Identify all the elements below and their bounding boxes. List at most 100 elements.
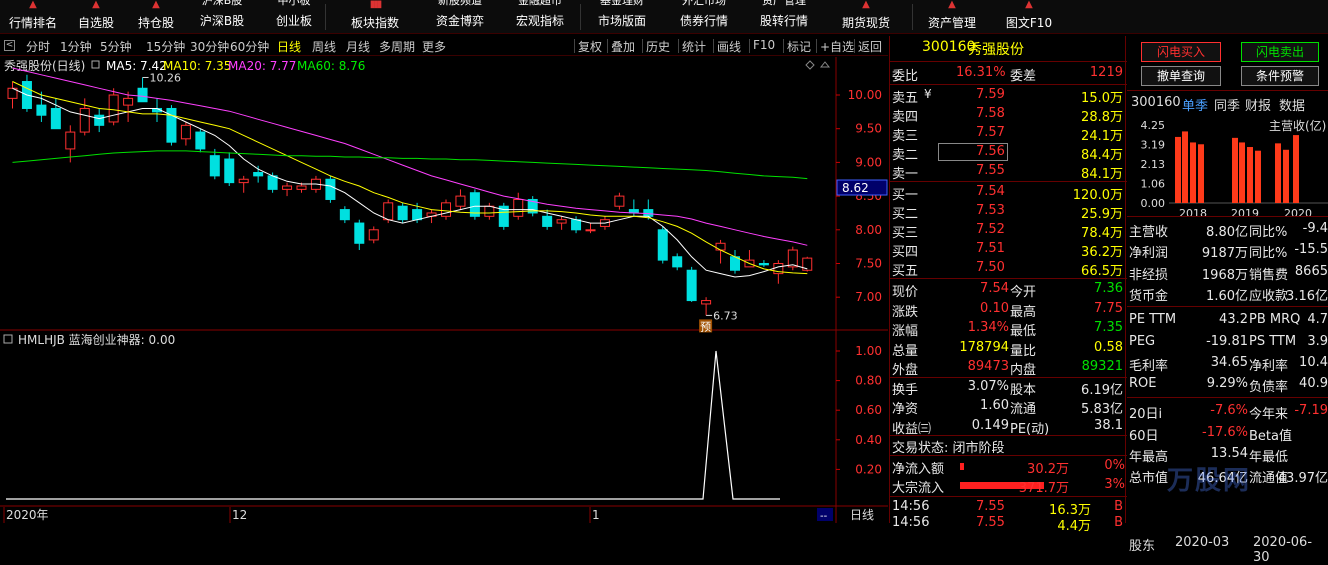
candle-body — [108, 94, 119, 123]
chart-tool-6[interactable]: 标记 — [787, 38, 811, 55]
flash-sell-button[interactable]: 闪电卖出 — [1241, 42, 1319, 62]
tool-divider — [749, 39, 750, 53]
topbar-item-2[interactable]: ▲ 持仓股 — [126, 0, 186, 34]
revenue-bar — [1293, 135, 1299, 203]
timeframe-9[interactable]: 多周期 — [379, 38, 415, 55]
revenue-bar — [1175, 136, 1181, 203]
fin-label: PEG — [1129, 333, 1156, 349]
candle-body — [282, 185, 293, 190]
stat-label: 外盘 — [892, 363, 919, 378]
diamond-icon[interactable] — [805, 60, 815, 70]
chart-tool-4[interactable]: 画线 — [717, 38, 741, 55]
chart-tool-3[interactable]: 统计 — [682, 38, 706, 55]
flash-buy-button[interactable]: 闪电买入 — [1141, 42, 1221, 62]
chart-tool-0[interactable]: 复权 — [578, 38, 602, 55]
timeframe-1[interactable]: 1分钟 — [60, 38, 92, 55]
candle-body — [657, 229, 668, 261]
sell-volume: 15.0万 — [1081, 91, 1123, 106]
topbar-item-9[interactable]: 外汇市场 债券行情 — [664, 0, 744, 34]
y-tick-label: 8.00 — [855, 223, 882, 237]
quote-panel: 300160 秀强股份 委比 16.31% 委差 1219 卖五 7.59 15.0万 卖四 7… — [889, 36, 1127, 534]
fin-code: 300160 — [1131, 95, 1181, 110]
stat-label: 涨幅 — [892, 324, 919, 339]
stat-value: 0.10 — [980, 300, 1009, 316]
footer-left: 股东 — [1129, 539, 1156, 554]
timeframe-4[interactable]: 30分钟 — [190, 38, 229, 55]
chart-tool-8[interactable]: 返回 — [858, 38, 882, 55]
topbar-item-6[interactable]: 新股频道 资金博弈 — [420, 0, 500, 34]
cancel-order-button[interactable]: 撤单查询 — [1141, 66, 1221, 86]
buy-price: 7.52 — [976, 222, 1005, 237]
candle-body — [571, 219, 582, 231]
chart-toggle-icon[interactable] — [91, 60, 100, 69]
stat-value: 1.34% — [967, 320, 1009, 335]
high-label: 10.26 — [150, 71, 182, 84]
flow-row-1: 大宗流入 371.7万 3% — [890, 476, 1127, 496]
timeframe-5[interactable]: 60分钟 — [230, 38, 269, 55]
x-label: 1 — [592, 508, 600, 522]
stock-name: 秀强股份 — [968, 42, 1024, 58]
revenue-bar — [1232, 137, 1238, 203]
indicator-toggle-icon[interactable] — [3, 334, 13, 344]
topbar-item-12[interactable]: ▲ 资产管理 — [912, 0, 992, 34]
timeframe-3[interactable]: 15分钟 — [146, 38, 185, 55]
topbar-item-11[interactable]: ▲ 期货现货 — [824, 0, 908, 34]
timeframe-6[interactable]: 日线 — [277, 38, 301, 55]
buy-level: 买四 — [892, 245, 919, 260]
divider — [1127, 397, 1328, 399]
timeframe-7[interactable]: 周线 — [312, 38, 336, 55]
y-tick-label: 7.00 — [855, 290, 882, 304]
period-button[interactable]: 日线 — [850, 508, 874, 522]
stat-value: 89473 — [967, 359, 1009, 374]
topbar-item-1[interactable]: ▲ 自选股 — [66, 0, 126, 34]
fin-tab-1[interactable]: 同季 — [1214, 95, 1240, 114]
buy-row-2: 买三 7.52 78.4万 — [890, 221, 1127, 241]
fin-tab-3[interactable]: 数据 — [1279, 95, 1305, 114]
collapse-icon[interactable]: < — [4, 40, 15, 51]
fin-value: 10.4 — [1299, 354, 1328, 370]
buy-volume: 25.9万 — [1081, 207, 1123, 222]
topbar-item-7[interactable]: 金融超市 宏观指标 — [500, 0, 580, 34]
topbar-icon-1: ▲ — [92, 0, 100, 10]
triangle-icon[interactable] — [819, 61, 831, 68]
topbar-item-10[interactable]: 资产管理 股转行情 — [744, 0, 824, 34]
topbar-item-4[interactable]: 中小板 创业板 — [258, 0, 330, 34]
candle-body — [441, 202, 451, 217]
tool-divider — [783, 39, 784, 53]
fin-value: 3.9 — [1307, 333, 1328, 349]
kline-chart[interactable]: 秀强股份(日线) MA5: 7.42MA10: 7.35MA20: 7.77 MA6… — [0, 57, 888, 523]
fin-value: 9187万 — [1201, 246, 1248, 262]
candle-body — [325, 178, 336, 200]
fin-tab-0[interactable]: 单季 — [1182, 95, 1208, 114]
candle-body — [715, 242, 726, 251]
chart-tool-2[interactable]: 历史 — [646, 38, 670, 55]
chart-tool-5[interactable]: F10 — [753, 38, 775, 52]
sell-volume: 28.8万 — [1081, 110, 1123, 125]
buy-row-0: 买一 7.54 120.0万 — [890, 183, 1127, 203]
timeframe-0[interactable]: 分时 — [26, 38, 50, 55]
timeframe-10[interactable]: 更多 — [422, 38, 446, 55]
fin-value: -17.6% — [1202, 424, 1248, 440]
topbar-item-3[interactable]: 沪深B股 沪深B股 — [186, 0, 258, 34]
divider — [1127, 305, 1328, 307]
candle-body — [585, 229, 596, 232]
timeframe-2[interactable]: 5分钟 — [100, 38, 132, 55]
condition-alert-button[interactable]: 条件预警 — [1241, 66, 1319, 86]
stock-header: 300160 秀强股份 — [890, 38, 1127, 60]
buy-price: 7.54 — [976, 184, 1005, 199]
chart-tool-1[interactable]: 叠加 — [611, 38, 635, 55]
chart-tool-7[interactable]: +自选 — [820, 38, 854, 55]
topbar-item-13[interactable]: ▲ 图文F10 — [992, 0, 1066, 34]
topbar-item-5[interactable]: ▮▮▮ 板块指数 — [340, 0, 410, 34]
topbar-item-8[interactable]: 基金理财 市场版面 — [580, 0, 664, 34]
fin-label: 60日 — [1129, 428, 1159, 444]
stat-label: 现价 — [892, 285, 919, 300]
timeframe-8[interactable]: 月线 — [346, 38, 370, 55]
candle-body — [686, 269, 697, 302]
topbar-item-0[interactable]: ▲ 行情排名 — [0, 0, 66, 34]
candle-body — [455, 195, 466, 207]
fin-value: 34.65 — [1210, 354, 1248, 370]
candle-body — [643, 209, 654, 217]
fin-row-2: 非经损 1968万 销售费 8665 — [1127, 262, 1328, 283]
fin-tab-2[interactable]: 财报 — [1245, 95, 1271, 114]
